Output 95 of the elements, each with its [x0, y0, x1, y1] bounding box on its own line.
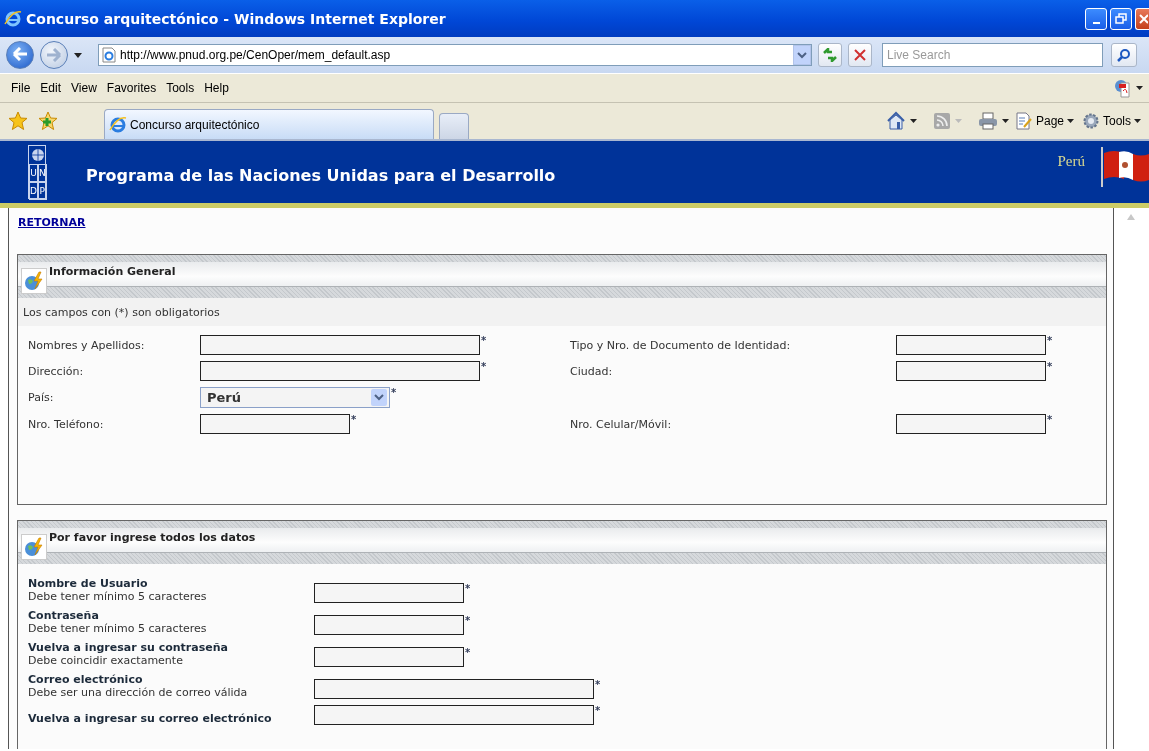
field-label: Contraseña — [28, 609, 100, 622]
field-label: Vuelva a ingresar su contraseña — [28, 641, 229, 654]
text-field[interactable] — [314, 647, 464, 667]
required-mark: * — [1047, 361, 1053, 372]
minimize-button[interactable] — [1085, 7, 1107, 30]
field-label: País: — [28, 391, 55, 404]
back-button[interactable] — [6, 41, 34, 69]
text-field[interactable] — [200, 414, 350, 434]
field-label: Nro. Celular/Móvil: — [570, 417, 673, 431]
menu-item[interactable]: Tools — [161, 79, 200, 97]
text-field[interactable] — [896, 335, 1046, 355]
restore-button[interactable] — [1110, 7, 1132, 30]
field-label: Tipo y Nro. de Documento de Identidad: — [570, 338, 792, 352]
caret-icon[interactable] — [909, 119, 917, 123]
caret-icon — [1134, 119, 1141, 123]
text-field[interactable] — [896, 361, 1046, 381]
country-name: Perú — [1057, 153, 1085, 170]
page-icon — [102, 47, 116, 63]
required-mark: * — [465, 583, 471, 594]
minimize-icon — [1092, 21, 1100, 24]
field-label: Ciudad: — [570, 364, 614, 378]
text-field[interactable] — [896, 414, 1046, 434]
refresh-button[interactable] — [818, 43, 842, 67]
text-field[interactable] — [314, 615, 464, 635]
close-icon — [854, 49, 866, 61]
required-mark: * — [391, 387, 397, 398]
field-label: Dirección: — [28, 364, 85, 378]
star-icon[interactable] — [8, 111, 28, 131]
globe-lightning-icon — [21, 268, 47, 294]
required-mark: * — [465, 647, 471, 658]
required-mark: * — [595, 705, 601, 716]
field-hint: Debe coincidir exactamente — [28, 654, 184, 667]
print-icon[interactable] — [977, 112, 998, 130]
section-title: Por favor ingrese todos los datos — [49, 531, 256, 544]
caret-icon — [1067, 119, 1074, 123]
forward-arrow-icon — [46, 48, 62, 62]
window-title: Concurso arquitectónico - Windows Internet Explorer — [26, 10, 446, 27]
forward-button[interactable] — [40, 41, 68, 69]
field-hint: Debe ser una dirección de correo válida — [28, 686, 249, 699]
search-icon — [1117, 48, 1131, 62]
field-label: Nombre de Usuario — [28, 577, 149, 590]
address-bar[interactable]: http://www.pnud.org.pe/CenOper/mem_default.asp — [98, 44, 812, 66]
field-hint: Debe tener mínimo 5 caracteres — [28, 590, 208, 603]
field-label: Nombres y Apellidos: — [28, 338, 146, 352]
browser-logo-icon — [4, 9, 22, 28]
address-dropdown-icon[interactable] — [793, 45, 811, 65]
required-mark: * — [481, 335, 487, 346]
menu-item[interactable]: Help — [199, 79, 234, 97]
document-pencil-icon — [1014, 112, 1033, 130]
menu-item[interactable]: Favorites — [101, 79, 162, 97]
section-title: Información General — [49, 265, 176, 278]
field-hint: Debe tener mínimo 5 caracteres — [28, 622, 208, 635]
text-field[interactable] — [200, 335, 480, 355]
caret-icon[interactable] — [1136, 86, 1143, 90]
required-mark: * — [1047, 335, 1053, 346]
field-label: Vuelva a ingresar su correo electrónico — [28, 712, 273, 725]
search-field[interactable]: Live Search — [882, 43, 1103, 67]
restore-icon — [1115, 12, 1127, 25]
required-mark: * — [1047, 414, 1053, 425]
text-field[interactable] — [314, 679, 594, 699]
required-mark: * — [351, 414, 357, 425]
country-select[interactable]: Perú — [200, 387, 390, 408]
back-arrow-icon — [12, 47, 28, 61]
menu-item[interactable]: File — [6, 79, 36, 97]
field-label: Correo electrónico — [28, 673, 144, 686]
close-icon — [1137, 12, 1148, 25]
site-title: Programa de las Naciones Unidas para el Desarrollo — [86, 165, 556, 185]
browser-tab[interactable]: Concurso arquitectónico — [104, 109, 434, 139]
history-dropdown-icon[interactable] — [74, 52, 82, 58]
required-mark: * — [595, 679, 601, 690]
menu-item[interactable]: View — [66, 79, 102, 97]
close-button[interactable] — [1135, 7, 1149, 30]
caret-icon[interactable] — [1001, 119, 1009, 123]
gear-icon — [1082, 112, 1100, 130]
field-label: Nro. Teléfono: — [28, 417, 105, 431]
required-mark: * — [465, 615, 471, 626]
menu-item[interactable]: Edit — [35, 79, 67, 97]
flag-drawing — [1099, 147, 1149, 187]
text-field[interactable] — [200, 361, 480, 381]
required-mark: * — [481, 361, 487, 372]
refresh-icon — [822, 48, 838, 62]
home-icon[interactable] — [885, 111, 906, 131]
stop-button[interactable] — [848, 43, 872, 67]
page-menu-button[interactable]: Page — [1012, 112, 1076, 130]
required-note: Los campos con (*) son obligatorios — [23, 305, 220, 319]
back-link[interactable]: RETORNAR — [18, 216, 86, 229]
add-favorite-icon[interactable] — [38, 111, 58, 131]
browser-logo-icon — [109, 115, 127, 134]
text-field[interactable] — [314, 583, 464, 603]
undp-logo: U N D P — [28, 145, 46, 199]
tools-menu-button[interactable]: Tools — [1080, 112, 1143, 130]
search-button[interactable] — [1111, 43, 1137, 67]
pdf-icon[interactable] — [1113, 78, 1133, 98]
text-field[interactable] — [314, 705, 594, 725]
globe-lightning-icon — [21, 534, 47, 560]
